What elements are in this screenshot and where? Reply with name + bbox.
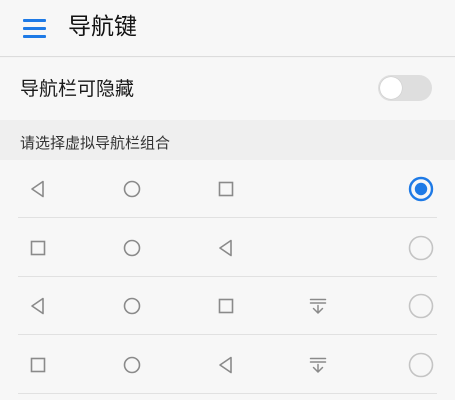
page-title: 导航键	[68, 14, 137, 40]
top-divider	[0, 56, 455, 57]
nav-combination-option-3[interactable]	[0, 277, 455, 335]
hamburger-menu-icon[interactable]	[12, 8, 56, 48]
back-triangle-icon	[216, 355, 236, 375]
hide-navbar-toggle[interactable]	[378, 75, 432, 101]
notification-pulldown-icon	[308, 355, 328, 375]
section-header: 请选择虚拟导航栏组合	[0, 120, 455, 160]
back-triangle-icon	[28, 179, 48, 199]
recent-square-icon	[216, 179, 236, 199]
radio-unselected-icon[interactable]	[408, 352, 434, 378]
nav-combination-list	[0, 160, 455, 400]
back-triangle-icon	[216, 238, 236, 258]
recent-square-icon	[28, 355, 48, 375]
home-circle-icon	[122, 296, 142, 316]
hide-navbar-label: 导航栏可隐藏	[20, 78, 135, 100]
recent-square-icon	[28, 238, 48, 258]
home-circle-icon	[122, 238, 142, 258]
top-app-bar: 导航键	[0, 0, 455, 56]
section-title: 请选择虚拟导航栏组合	[20, 134, 171, 152]
back-triangle-icon	[28, 296, 48, 316]
nav-combination-option-2[interactable]	[0, 219, 455, 277]
notification-pulldown-icon	[308, 296, 328, 316]
radio-unselected-icon[interactable]	[408, 235, 434, 261]
recent-square-icon	[216, 296, 236, 316]
nav-combination-option-1[interactable]	[0, 160, 455, 218]
radio-selected-icon[interactable]	[408, 176, 434, 202]
home-circle-icon	[122, 179, 142, 199]
hide-navbar-setting-row[interactable]: 导航栏可隐藏	[0, 58, 455, 120]
navigation-keys-settings-screen: 导航键 导航栏可隐藏 请选择虚拟导航栏组合	[0, 0, 455, 400]
radio-unselected-icon[interactable]	[408, 293, 434, 319]
home-circle-icon	[122, 355, 142, 375]
nav-combination-option-4[interactable]	[0, 336, 455, 394]
toggle-knob	[380, 77, 402, 99]
row-divider	[18, 392, 437, 394]
